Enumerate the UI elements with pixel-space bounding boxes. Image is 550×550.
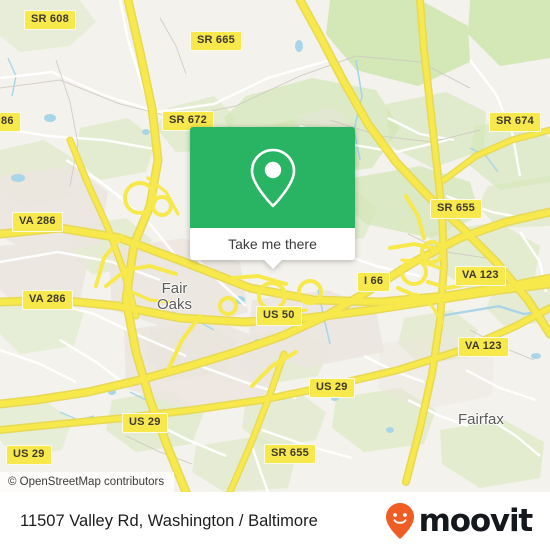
road-shield: US 50 <box>256 306 302 326</box>
place-label: Fairfax <box>458 411 504 428</box>
location-pin-icon <box>250 148 295 207</box>
road-shield: 86 <box>0 112 21 132</box>
moovit-wordmark: moovit <box>418 502 534 539</box>
popup-header <box>190 127 355 228</box>
popup-footer[interactable]: Take me there <box>190 228 355 269</box>
road-shield: US 29 <box>122 413 168 433</box>
road-shield: SR 655 <box>264 444 316 464</box>
moovit-pin-icon <box>385 503 414 539</box>
take-me-there-label: Take me there <box>228 236 317 252</box>
road-shield: I 66 <box>357 272 391 292</box>
road-shield: US 29 <box>6 445 52 465</box>
road-shield: VA 286 <box>12 212 63 232</box>
road-shield: SR 674 <box>489 112 541 132</box>
road-shield: US 29 <box>309 378 355 398</box>
road-shield: VA 123 <box>458 337 509 357</box>
moovit-logo[interactable]: moovit <box>385 502 534 540</box>
footer-bar: 11507 Valley Rd, Washington / Baltimore … <box>0 492 550 550</box>
address-label: 11507 Valley Rd, Washington / Baltimore <box>20 511 318 530</box>
location-popup-card[interactable]: Take me there <box>190 127 355 269</box>
place-label: Fair Oaks <box>157 280 193 313</box>
map-canvas[interactable]: SR 608 SR 665 SR 672 SR 674 86 VA 286 VA 286 SR… <box>0 0 550 492</box>
road-shield: SR 608 <box>24 10 76 30</box>
popup-pointer-arrow <box>262 259 283 269</box>
road-shield: SR 665 <box>190 31 242 51</box>
road-shield: SR 655 <box>430 199 482 219</box>
map-screen: SR 608 SR 665 SR 672 SR 674 86 VA 286 VA 286 SR… <box>0 0 550 550</box>
map-attribution[interactable]: © OpenStreetMap contributors <box>0 472 175 492</box>
road-shield: VA 286 <box>22 290 73 310</box>
road-shield: VA 123 <box>455 266 506 286</box>
